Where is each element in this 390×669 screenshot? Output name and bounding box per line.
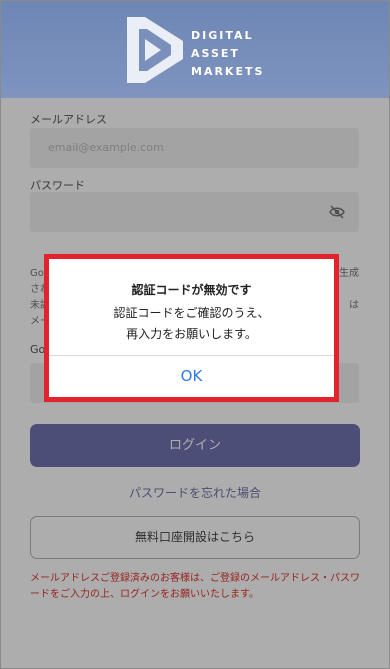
dialog-message-line-1: 認証コードをご確認のうえ、 (113, 306, 270, 320)
header-banner: DIGITAL ASSET MARKETS (1, 1, 389, 98)
brand-line-2: ASSET (191, 47, 240, 60)
brand-line-1: DIGITAL (191, 29, 254, 42)
brand-line-3: MARKETS (191, 65, 265, 78)
dialog-message: 認証コードをご確認のうえ、 再入力をお願いします。 (49, 303, 334, 345)
dam-logo-icon (127, 17, 183, 83)
app-frame: DIGITAL ASSET MARKETS メールアドレス email@exam… (0, 0, 390, 669)
brand-wordmark: DIGITAL ASSET MARKETS (191, 27, 264, 81)
dialog-message-line-2: 再入力をお願いします。 (126, 327, 257, 341)
dialog-title: 認証コードが無効です (131, 283, 252, 297)
error-dialog: 認証コードが無効です 認証コードをご確認のうえ、 再入力をお願いします。 OK (44, 254, 339, 402)
ok-button[interactable]: OK (49, 356, 334, 397)
